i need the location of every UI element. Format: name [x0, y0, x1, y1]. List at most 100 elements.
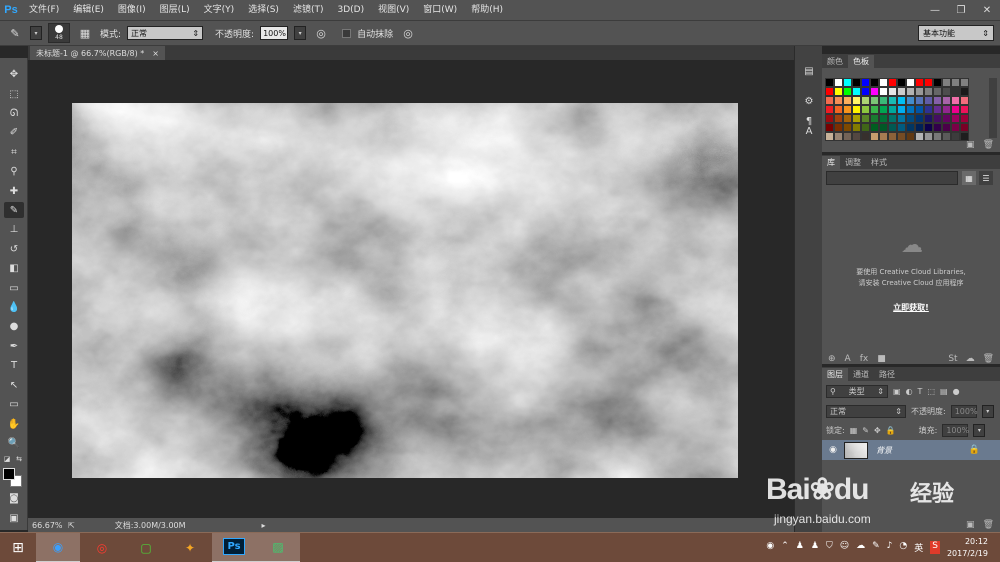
opacity-dropdown[interactable]: ▾ [294, 26, 307, 40]
stock-icon[interactable]: St [948, 354, 957, 364]
swatch-105[interactable] [906, 132, 915, 141]
blur-tool-icon[interactable]: 💧 [4, 299, 24, 315]
swatch-18[interactable] [843, 87, 852, 96]
new-layer-icon[interactable]: ▣ [966, 520, 975, 530]
swatch-91[interactable] [924, 123, 933, 132]
new-swatch-icon[interactable]: ▣ [966, 140, 975, 150]
tray-arrow-icon[interactable]: ⌃ [781, 541, 789, 554]
layer-row-background[interactable]: ◉ 背景 🔒 [822, 440, 1000, 460]
swatch-94[interactable] [951, 123, 960, 132]
swatch-10[interactable] [915, 78, 924, 87]
swatch-75[interactable] [924, 114, 933, 123]
swatch-61[interactable] [942, 105, 951, 114]
swatch-45[interactable] [942, 96, 951, 105]
lock-pixels-icon[interactable]: ✎ [862, 426, 869, 435]
healing-brush-tool-icon[interactable]: ✚ [4, 183, 24, 199]
swatch-56[interactable] [897, 105, 906, 114]
swatch-44[interactable] [933, 96, 942, 105]
swatch-19[interactable] [852, 87, 861, 96]
status-menu-arrow-icon[interactable]: ▸ [262, 521, 266, 530]
swatch-12[interactable] [933, 78, 942, 87]
quick-select-tool-icon[interactable]: ✐ [4, 124, 24, 140]
swatch-1[interactable] [834, 78, 843, 87]
pressure-size-icon[interactable]: ◎ [399, 24, 417, 42]
filter-pixel-icon[interactable]: ▣ [893, 387, 901, 396]
restore-button[interactable]: ❐ [948, 0, 974, 20]
layer-filter-select[interactable]: ⚲ 类型 ⇕ [826, 384, 888, 398]
swatch-26[interactable] [915, 87, 924, 96]
swatch-14[interactable] [951, 78, 960, 87]
list-view-icon[interactable]: ☰ [979, 171, 993, 185]
blend-mode-select[interactable]: 正常 ⇕ [826, 404, 906, 418]
swatch-29[interactable] [942, 87, 951, 96]
swatch-102[interactable] [879, 132, 888, 141]
swatch-2[interactable] [843, 78, 852, 87]
swatch-81[interactable] [834, 123, 843, 132]
lock-position-icon[interactable]: ✥ [874, 426, 881, 435]
swatch-90[interactable] [915, 123, 924, 132]
swatch-109[interactable] [942, 132, 951, 141]
swatch-35[interactable] [852, 96, 861, 105]
eraser-tool-icon[interactable]: ◧ [4, 260, 24, 276]
swatch-86[interactable] [879, 123, 888, 132]
swatch-43[interactable] [924, 96, 933, 105]
swatches-scrollbar[interactable] [989, 78, 997, 138]
swatch-55[interactable] [888, 105, 897, 114]
tray-app-icon[interactable]: ◉ [766, 541, 774, 554]
swatch-74[interactable] [915, 114, 924, 123]
swatch-39[interactable] [888, 96, 897, 105]
character-panel-icon[interactable]: A [799, 122, 819, 140]
tray-qq-icon[interactable]: ♟ [796, 541, 804, 554]
dodge-tool-icon[interactable]: ● [4, 318, 24, 334]
sogou-input-icon[interactable]: S [930, 541, 940, 554]
lock-transparency-icon[interactable]: ▦ [850, 426, 858, 435]
swatch-57[interactable] [906, 105, 915, 114]
swatch-53[interactable] [870, 105, 879, 114]
swatch-103[interactable] [888, 132, 897, 141]
brush-panel-toggle-icon[interactable]: ▦ [76, 24, 94, 42]
swatch-40[interactable] [897, 96, 906, 105]
swatch-92[interactable] [933, 123, 942, 132]
swatch-28[interactable] [933, 87, 942, 96]
visibility-eye-icon[interactable]: ◉ [822, 445, 844, 455]
swatch-0[interactable] [825, 78, 834, 87]
taskbar-music-icon[interactable]: ◎ [80, 533, 124, 562]
swatch-100[interactable] [861, 132, 870, 141]
swatch-98[interactable] [843, 132, 852, 141]
image-canvas[interactable] [72, 103, 738, 478]
swatch-80[interactable] [825, 123, 834, 132]
swatch-85[interactable] [870, 123, 879, 132]
swatch-33[interactable] [834, 96, 843, 105]
library-select[interactable] [826, 171, 958, 185]
tray-network-icon[interactable]: ◔ [899, 541, 907, 554]
filter-smart-object-icon[interactable]: ▤ [940, 387, 948, 396]
menu-filter[interactable]: 滤镜(T) [286, 0, 331, 20]
swatch-59[interactable] [924, 105, 933, 114]
swatch-46[interactable] [951, 96, 960, 105]
eyedropper-tool-icon[interactable]: ⚲ [4, 163, 24, 179]
swatch-71[interactable] [888, 114, 897, 123]
swatch-63[interactable] [960, 105, 969, 114]
zoom-level[interactable]: 66.67% [32, 521, 68, 530]
delete-library-item-icon[interactable]: 🗑 [983, 354, 994, 364]
swatch-9[interactable] [906, 78, 915, 87]
swatch-30[interactable] [951, 87, 960, 96]
swatch-41[interactable] [906, 96, 915, 105]
tab-libraries[interactable]: 库 [822, 156, 840, 169]
filter-adjustment-icon[interactable]: ◐ [906, 387, 913, 396]
swatch-8[interactable] [897, 78, 906, 87]
swatch-16[interactable] [825, 87, 834, 96]
swatch-24[interactable] [897, 87, 906, 96]
layer-opacity-input[interactable]: 100% [950, 404, 978, 418]
swatch-11[interactable] [924, 78, 933, 87]
swatch-15[interactable] [960, 78, 969, 87]
swatch-97[interactable] [834, 132, 843, 141]
marquee-tool-icon[interactable]: ⬚ [4, 86, 24, 102]
menu-3d[interactable]: 3D(D) [330, 0, 371, 20]
add-color-icon[interactable]: ■ [877, 354, 886, 364]
swatch-65[interactable] [834, 114, 843, 123]
menu-edit[interactable]: 编辑(E) [66, 0, 111, 20]
tray-volume-icon[interactable]: ♪ [887, 541, 893, 554]
taskbar-video-icon[interactable]: ▢ [124, 533, 168, 562]
swatch-6[interactable] [879, 78, 888, 87]
